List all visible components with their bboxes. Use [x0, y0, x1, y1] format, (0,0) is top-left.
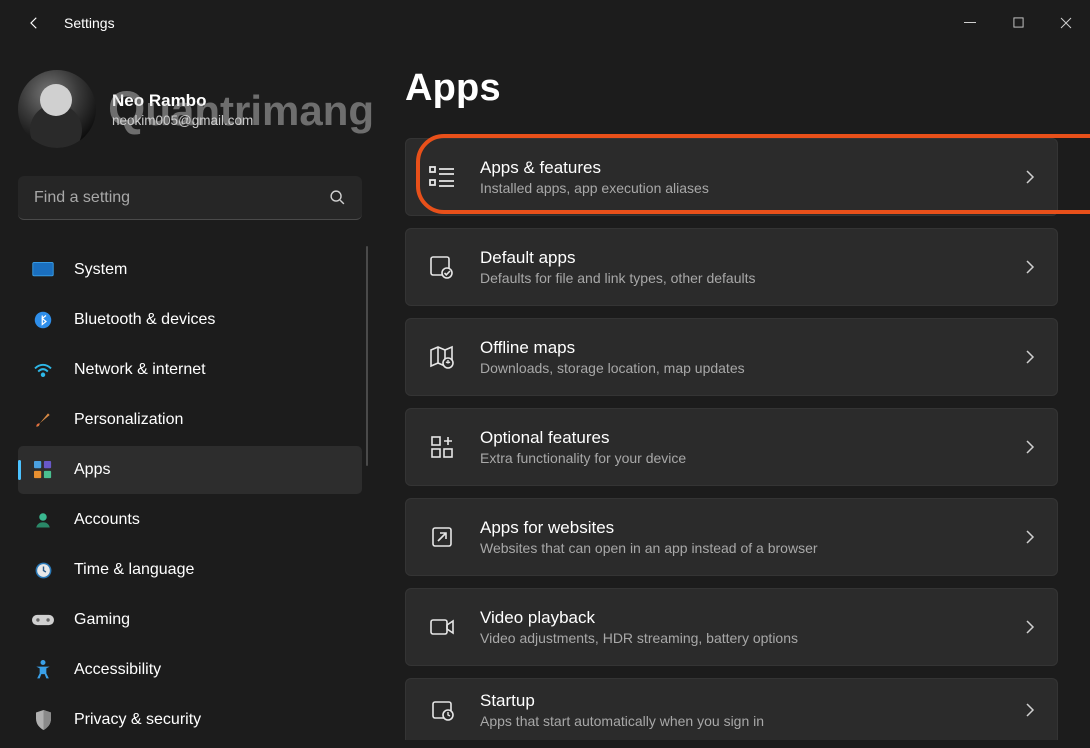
main-panel: Apps Apps & features Installed apps, app…	[380, 45, 1090, 748]
card-video-playback[interactable]: Video playback Video adjustments, HDR st…	[405, 588, 1058, 666]
sidebar-item-accounts[interactable]: Accounts	[18, 496, 362, 544]
card-subtitle: Apps that start automatically when you s…	[480, 713, 1001, 729]
optional-features-icon	[428, 433, 456, 461]
sidebar-item-label: Gaming	[74, 611, 130, 629]
sidebar-item-label: Apps	[74, 461, 110, 479]
gamepad-icon	[32, 609, 54, 631]
maximize-button[interactable]	[994, 0, 1042, 45]
card-subtitle: Installed apps, app execution aliases	[480, 180, 1001, 196]
avatar	[18, 70, 96, 148]
sidebar: Neo Rambo neokim005@gmail.com Quantriman…	[0, 45, 380, 748]
system-icon	[32, 259, 54, 281]
card-subtitle: Downloads, storage location, map updates	[480, 360, 1001, 376]
list-icon	[428, 163, 456, 191]
sidebar-item-accessibility[interactable]: Accessibility	[18, 646, 362, 694]
default-apps-icon	[428, 253, 456, 281]
sidebar-item-label: System	[74, 261, 127, 279]
sidebar-item-gaming[interactable]: Gaming	[18, 596, 362, 644]
accessibility-icon	[32, 659, 54, 681]
wifi-icon	[32, 359, 54, 381]
sidebar-item-privacy[interactable]: Privacy & security	[18, 696, 362, 744]
sidebar-item-label: Privacy & security	[74, 711, 201, 729]
card-default-apps[interactable]: Default apps Defaults for file and link …	[405, 228, 1058, 306]
sidebar-item-label: Accessibility	[74, 661, 161, 679]
shield-icon	[32, 709, 54, 731]
startup-icon	[428, 696, 456, 724]
chevron-right-icon	[1025, 169, 1035, 185]
chevron-right-icon	[1025, 529, 1035, 545]
profile-email: neokim005@gmail.com	[112, 113, 253, 128]
card-title: Video playback	[480, 608, 1001, 628]
card-offline-maps[interactable]: Offline maps Downloads, storage location…	[405, 318, 1058, 396]
chevron-right-icon	[1025, 439, 1035, 455]
search-input[interactable]	[34, 189, 294, 207]
sidebar-item-bluetooth[interactable]: Bluetooth & devices	[18, 296, 362, 344]
bluetooth-icon	[32, 309, 54, 331]
card-title: Offline maps	[480, 338, 1001, 358]
card-subtitle: Video adjustments, HDR streaming, batter…	[480, 630, 1001, 646]
card-subtitle: Websites that can open in an app instead…	[480, 540, 1001, 556]
profile-name: Neo Rambo	[112, 91, 253, 111]
card-apps-features[interactable]: Apps & features Installed apps, app exec…	[405, 138, 1058, 216]
sidebar-item-label: Bluetooth & devices	[74, 311, 215, 329]
card-startup[interactable]: Startup Apps that start automatically wh…	[405, 678, 1058, 740]
card-title: Optional features	[480, 428, 1001, 448]
settings-card-list: Apps & features Installed apps, app exec…	[405, 138, 1058, 740]
brush-icon	[32, 409, 54, 431]
window-title: Settings	[64, 15, 115, 31]
minimize-button[interactable]	[946, 0, 994, 45]
search-icon	[329, 189, 346, 206]
card-subtitle: Extra functionality for your device	[480, 450, 1001, 466]
profile-text: Neo Rambo neokim005@gmail.com	[112, 91, 253, 128]
sidebar-item-apps[interactable]: Apps	[18, 446, 362, 494]
sidebar-item-personalization[interactable]: Personalization	[18, 396, 362, 444]
sidebar-item-label: Personalization	[74, 411, 183, 429]
minimize-icon	[964, 17, 976, 29]
page-title: Apps	[405, 67, 1058, 110]
apps-icon	[32, 459, 54, 481]
chevron-right-icon	[1025, 259, 1035, 275]
nav-list: System Bluetooth & devices Network & int…	[18, 246, 362, 744]
card-title: Apps & features	[480, 158, 1001, 178]
map-icon	[428, 343, 456, 371]
chevron-right-icon	[1025, 619, 1035, 635]
window-controls	[946, 0, 1090, 45]
back-button[interactable]	[18, 7, 50, 39]
sidebar-item-label: Network & internet	[74, 361, 206, 379]
card-title: Default apps	[480, 248, 1001, 268]
sidebar-item-label: Time & language	[74, 561, 194, 579]
close-icon	[1060, 17, 1072, 29]
account-icon	[32, 509, 54, 531]
card-apps-websites[interactable]: Apps for websites Websites that can open…	[405, 498, 1058, 576]
close-button[interactable]	[1042, 0, 1090, 45]
titlebar: Settings	[0, 0, 1090, 45]
card-subtitle: Defaults for file and link types, other …	[480, 270, 1001, 286]
web-app-icon	[428, 523, 456, 551]
profile-block[interactable]: Neo Rambo neokim005@gmail.com Quantriman…	[18, 70, 362, 148]
search-box[interactable]	[18, 176, 362, 220]
sidebar-item-system[interactable]: System	[18, 246, 362, 294]
sidebar-item-network[interactable]: Network & internet	[18, 346, 362, 394]
video-icon	[428, 613, 456, 641]
card-optional-features[interactable]: Optional features Extra functionality fo…	[405, 408, 1058, 486]
maximize-icon	[1013, 17, 1024, 28]
chevron-right-icon	[1025, 349, 1035, 365]
chevron-right-icon	[1025, 702, 1035, 718]
card-title: Apps for websites	[480, 518, 1001, 538]
back-arrow-icon	[25, 14, 43, 32]
clock-icon	[32, 559, 54, 581]
card-title: Startup	[480, 691, 1001, 711]
sidebar-item-label: Accounts	[74, 511, 140, 529]
sidebar-scrollbar[interactable]	[366, 246, 368, 466]
sidebar-item-time[interactable]: Time & language	[18, 546, 362, 594]
